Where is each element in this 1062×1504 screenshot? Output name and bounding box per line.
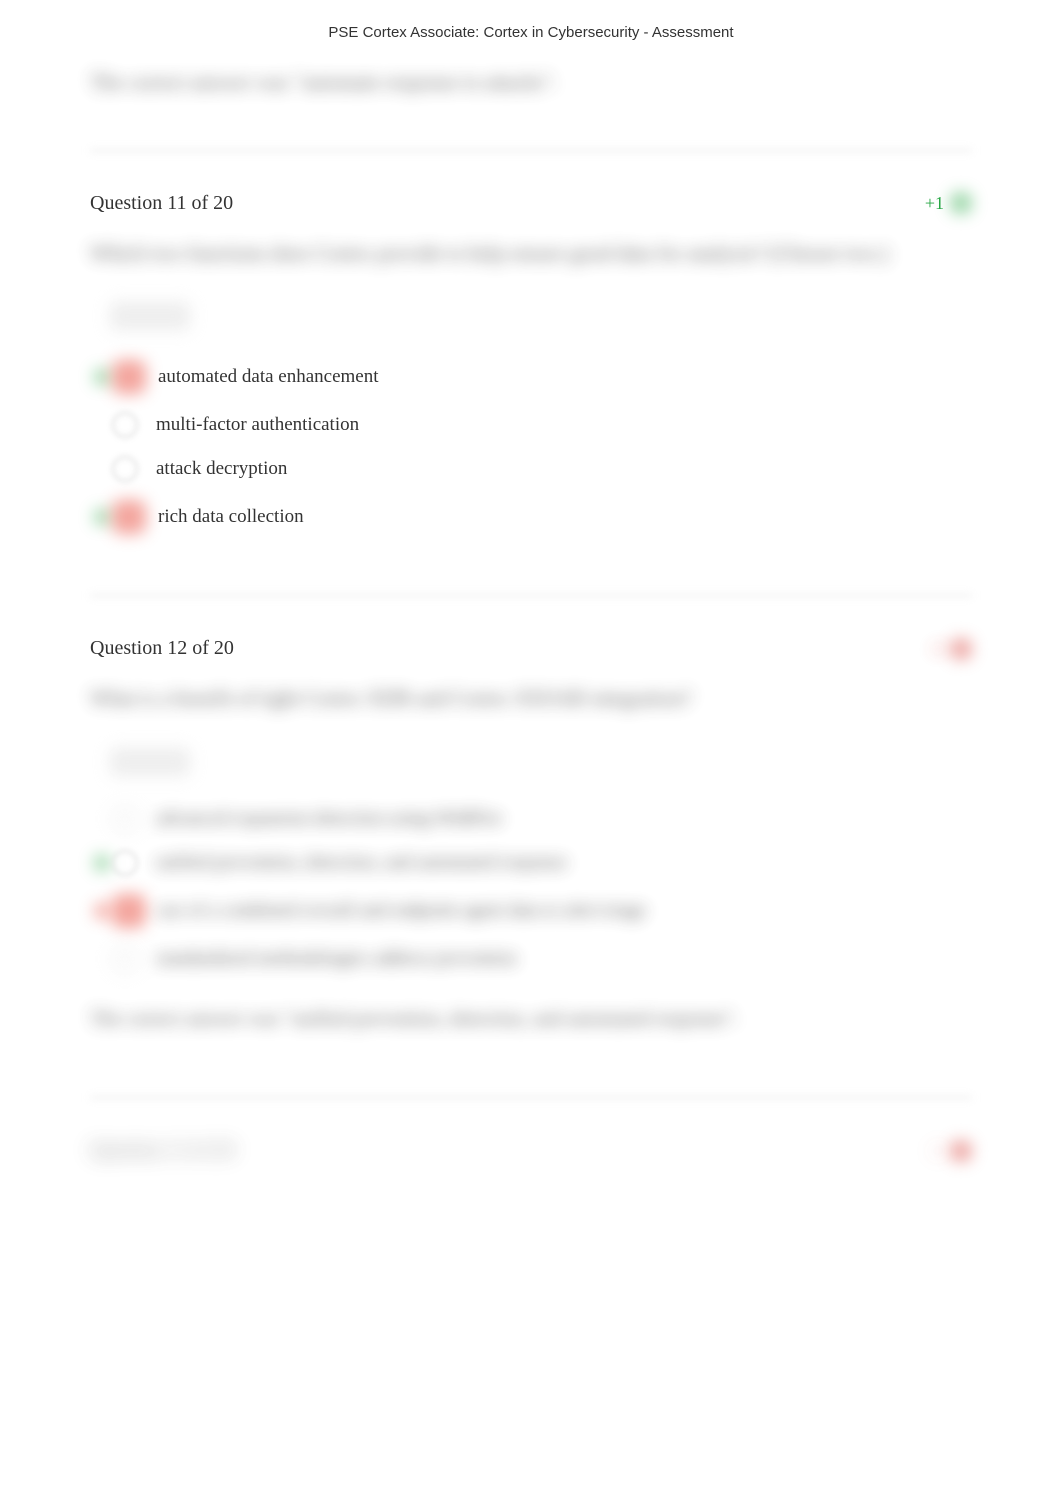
score-value: -1	[929, 1140, 944, 1161]
unselected-marker-icon	[112, 412, 138, 438]
option-markers	[94, 456, 144, 482]
question-prompt: Which two functions does Cortex provide …	[90, 235, 972, 273]
question-number: Question 11 of 20	[90, 192, 233, 215]
question-number: Question 12 of 20	[90, 637, 234, 660]
unselected-marker-icon	[112, 456, 138, 482]
divider	[90, 149, 972, 152]
option-row: unified prevention, detection, and autom…	[90, 850, 972, 876]
question-header: Question 13 of 20 -1	[90, 1139, 972, 1162]
previous-feedback: The correct answer was "automate respons…	[90, 67, 972, 99]
option-row: standardized methodologies address preve…	[90, 946, 972, 972]
option-text: use of a combined overall and endpoint a…	[158, 900, 646, 922]
option-markers	[94, 894, 146, 928]
score-badge: -1	[929, 638, 972, 660]
selected-marker-icon	[112, 360, 146, 394]
status-dot-incorrect	[950, 638, 972, 660]
selected-marker-icon	[112, 894, 146, 928]
score-badge: +1	[925, 192, 972, 214]
score-value: +1	[925, 193, 944, 214]
option-row: advanced expansion detection using WildF…	[90, 806, 972, 832]
option-text: advanced expansion detection using WildF…	[156, 808, 502, 830]
option-text: multi-factor authentication	[156, 414, 359, 436]
option-markers	[94, 850, 144, 876]
option-row: multi-factor authentication	[90, 412, 972, 438]
option-text: unified prevention, detection, and autom…	[156, 852, 567, 874]
correct-marker-icon	[94, 509, 110, 525]
option-row: attack decryption	[90, 456, 972, 482]
divider	[90, 594, 972, 597]
correct-marker-icon	[94, 855, 110, 871]
question-prompt: What is a benefit of tight Cortex XDR an…	[90, 680, 972, 718]
option-text: attack decryption	[156, 458, 287, 480]
feedback-text: The correct answer was "unified preventi…	[90, 1002, 972, 1036]
question-11: Question 11 of 20 +1 Which two functions…	[90, 192, 972, 535]
divider	[90, 1096, 972, 1099]
option-text: rich data collection	[158, 506, 304, 528]
option-text: automated data enhancement	[158, 366, 379, 388]
incorrect-marker-icon	[94, 903, 110, 919]
page-title: PSE Cortex Associate: Cortex in Cybersec…	[0, 0, 1062, 53]
question-13: Question 13 of 20 -1	[90, 1139, 972, 1162]
option-markers	[94, 946, 144, 972]
status-dot-incorrect	[950, 1140, 972, 1162]
score-value: -1	[929, 638, 944, 659]
unselected-marker-icon	[112, 806, 138, 832]
content-area: The correct answer was "automate respons…	[0, 67, 1062, 1162]
option-row: use of a combined overall and endpoint a…	[90, 894, 972, 928]
clear-button-placeholder	[110, 302, 190, 330]
unselected-marker-icon	[112, 850, 138, 876]
question-header: Question 11 of 20 +1	[90, 192, 972, 215]
question-12: Question 12 of 20 -1 What is a benefit o…	[90, 637, 972, 1036]
option-row: rich data collection	[90, 500, 972, 534]
option-markers	[94, 500, 146, 534]
option-markers	[94, 806, 144, 832]
status-dot-correct	[950, 192, 972, 214]
clear-button-placeholder	[110, 748, 190, 776]
correct-marker-icon	[94, 369, 110, 385]
option-text: standardized methodologies address preve…	[156, 948, 516, 970]
unselected-marker-icon	[112, 946, 138, 972]
question-number: Question 13 of 20	[90, 1139, 234, 1162]
option-markers	[94, 412, 144, 438]
score-badge: -1	[929, 1140, 972, 1162]
question-header: Question 12 of 20 -1	[90, 637, 972, 660]
option-markers	[94, 360, 146, 394]
selected-marker-icon	[112, 500, 146, 534]
option-row: automated data enhancement	[90, 360, 972, 394]
